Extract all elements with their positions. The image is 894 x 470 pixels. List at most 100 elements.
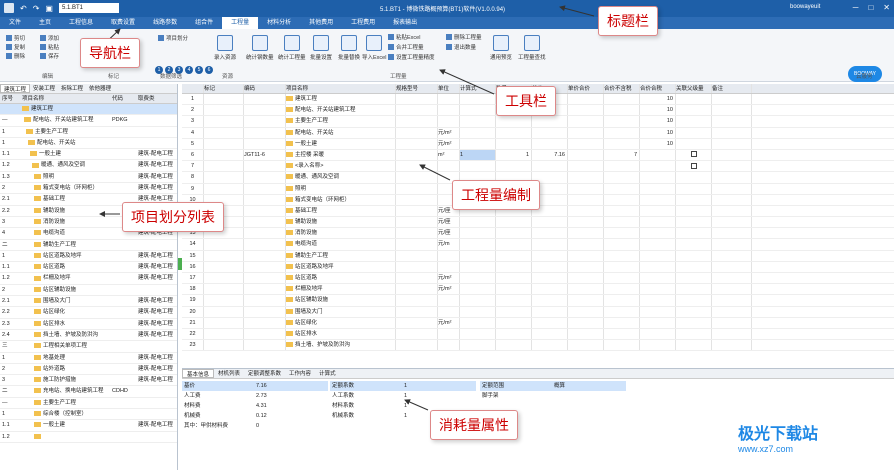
row-spec[interactable] [396,228,438,239]
table-row[interactable]: 3 主要生产工程 10 [182,116,894,128]
table-row[interactable]: 15 辅助生产工程 [182,250,894,262]
grid-col-4[interactable]: 规格型号 [396,84,438,93]
row-unit-total[interactable] [568,127,604,138]
row-price[interactable] [532,116,568,127]
precision-button[interactable]: 设置工程量精度 [388,53,435,61]
row-unit[interactable]: 元/m² [438,138,460,149]
row-qty[interactable] [496,317,532,328]
table-row[interactable]: 6 JGT11-6 主控楼 采暖 m² 1 1 7.16 7 [182,149,894,162]
col-name[interactable]: 项目名称 [22,94,112,103]
row-calc[interactable] [460,127,496,138]
row-price[interactable]: 7.16 [532,149,568,161]
row-total-notax[interactable] [604,127,640,138]
row-calc[interactable] [460,306,496,317]
row-total-tax[interactable] [640,149,676,161]
row-total-notax[interactable] [604,340,640,351]
row-note[interactable] [712,239,752,250]
row-code[interactable] [244,127,286,138]
table-row[interactable]: 18 栏栅及地坪 元/m² [182,284,894,296]
row-total-notax[interactable] [604,317,640,328]
enter-resource-button[interactable]: 录入资源 [214,35,236,61]
row-qty[interactable] [496,217,532,228]
row-qty[interactable] [496,239,532,250]
row-name[interactable]: 辅助生产工程 [286,250,396,261]
row-total-tax[interactable] [640,161,676,172]
row-total-tax[interactable] [640,194,676,205]
range-prop-value[interactable] [552,391,626,401]
table-row[interactable]: 1.2 暖通、通风及空调 建筑-配电工程 [0,160,177,172]
row-unit[interactable]: 元/m² [438,273,460,284]
level-4-button[interactable]: 4 [185,66,193,74]
menu-item-9[interactable]: 工程费用 [342,17,384,29]
row-unit[interactable] [438,94,460,105]
menu-item-2[interactable]: 工程信息 [60,17,102,29]
row-note[interactable] [712,261,752,272]
row-price[interactable] [532,317,568,328]
merge-quantity-button[interactable]: 合并工程量 [388,43,424,51]
row-name[interactable]: 电缆沟道 [286,239,396,250]
table-row[interactable]: 二 充电站、换电站建筑工程 CDHD [0,386,177,398]
bottom-tab-1[interactable]: 材机列表 [214,369,244,378]
col-seq[interactable]: 序号 [0,94,22,103]
menu-item-8[interactable]: 其他费用 [300,17,342,29]
row-code[interactable] [244,217,286,228]
row-mark[interactable] [204,149,244,161]
row-name[interactable]: 基础工程 [286,205,396,217]
redo-icon[interactable]: ↷ [33,4,40,13]
row-total-tax[interactable] [640,317,676,328]
left-tab-0[interactable]: 建筑工程 [0,84,31,93]
row-spec[interactable] [396,250,438,261]
row-mark[interactable] [204,250,244,261]
table-row[interactable]: 17 站区道路 元/m² [182,273,894,285]
row-code[interactable] [244,105,286,116]
row-calc[interactable] [460,217,496,228]
row-total-tax[interactable] [640,306,676,317]
row-price[interactable] [532,250,568,261]
row-unit-total[interactable] [568,228,604,239]
row-total-notax[interactable] [604,239,640,250]
table-row[interactable]: 1.1 站区道路 建筑-配电工程 [0,262,177,274]
row-calc[interactable] [460,105,496,116]
row-qty[interactable] [496,306,532,317]
row-unit-total[interactable] [568,295,604,306]
row-total-tax[interactable] [640,340,676,351]
range-prop-value[interactable]: 概算 [552,381,626,391]
row-name[interactable]: 主要生产工程 [286,116,396,127]
menu-item-1[interactable]: 主页 [30,17,60,29]
preview-button[interactable]: 通用预览 [490,35,512,61]
row-total-tax[interactable] [640,295,676,306]
row-price[interactable] [532,340,568,351]
table-row[interactable]: 1 站区道路及地坪 建筑-配电工程 [0,251,177,263]
row-unit[interactable] [438,161,460,172]
row-unit[interactable]: 元/座 [438,217,460,228]
row-calc[interactable] [460,116,496,127]
row-calc[interactable] [460,295,496,306]
row-name[interactable]: 围墙及大门 [286,306,396,317]
row-code[interactable] [244,284,286,295]
row-note[interactable] [712,138,752,149]
row-total-notax[interactable] [604,172,640,183]
row-total-notax[interactable] [604,161,640,172]
row-price[interactable] [532,295,568,306]
row-spec[interactable] [396,105,438,116]
row-total-notax[interactable] [604,183,640,194]
row-qty[interactable] [496,116,532,127]
row-calc[interactable]: 1 [460,149,496,161]
maximize-icon[interactable]: □ [868,3,873,12]
row-spec[interactable] [396,94,438,105]
row-code[interactable] [244,261,286,272]
row-unit-total[interactable] [568,161,604,172]
table-row[interactable]: 2.2 站区绿化 建筑-配电工程 [0,307,177,319]
link-parent-checkbox[interactable] [690,151,697,158]
grid-col-0[interactable] [182,84,204,93]
row-total-notax[interactable] [604,261,640,272]
row-qty[interactable] [496,295,532,306]
stat-steel-button[interactable]: 统计钢数量 [246,35,274,61]
row-price[interactable] [532,161,568,172]
row-unit-total[interactable] [568,284,604,295]
row-code[interactable]: JGT11-6 [244,149,286,161]
table-row[interactable]: 19 站区辅助设施 [182,295,894,307]
row-total-tax[interactable] [640,328,676,340]
row-mark[interactable] [204,273,244,284]
table-row[interactable]: 2 箱式变电站（环网柜） 建筑-配电工程 [0,183,177,195]
